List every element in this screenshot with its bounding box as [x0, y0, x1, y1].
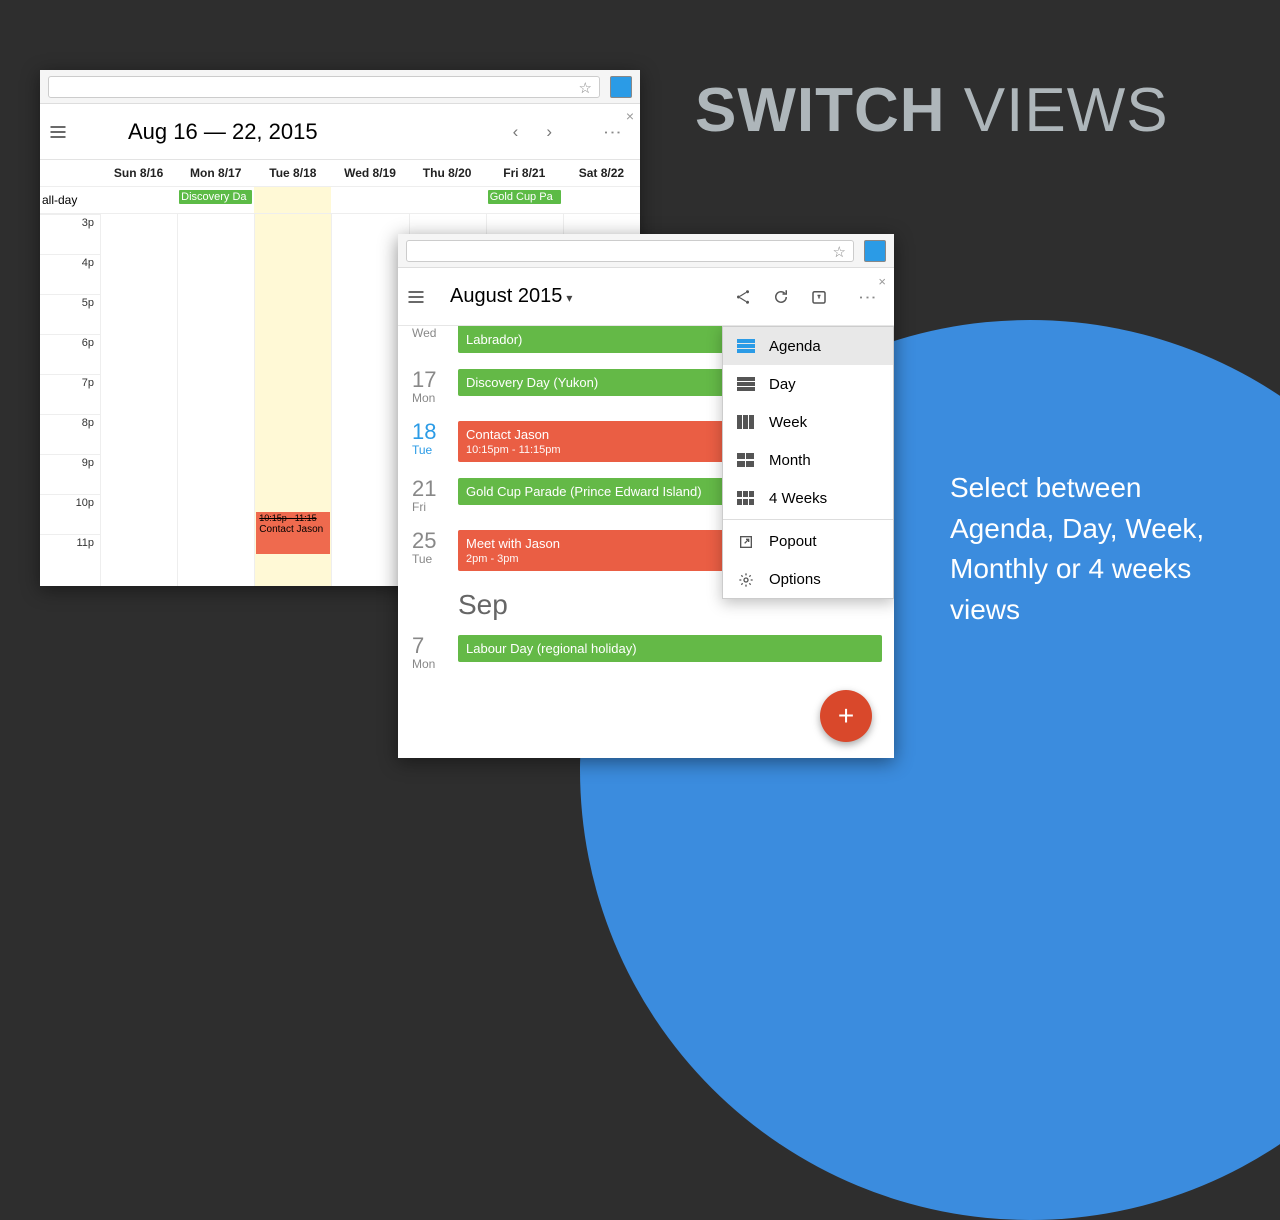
event-time: 10:15p - 11:15	[259, 514, 327, 524]
week-icon	[737, 415, 755, 429]
event-title: Gold Cup Parade (Prince Edward Island)	[466, 484, 702, 499]
month-selector[interactable]: August 2015	[446, 285, 734, 308]
gear-icon	[737, 572, 755, 586]
day-number: 17	[412, 369, 458, 391]
day-number: 7	[412, 635, 458, 657]
hour-label: 4p	[40, 254, 100, 294]
share-icon[interactable]	[734, 288, 772, 306]
hour-label: 5p	[40, 294, 100, 334]
extension-icon[interactable]	[610, 76, 632, 98]
menu-label: 4 Weeks	[769, 490, 827, 507]
day-of-week: Mon	[412, 391, 458, 405]
month-icon	[737, 453, 755, 467]
week-header: Aug 16 — 22, 2015 ‹ › ⋮	[40, 104, 640, 160]
menu-label: Popout	[769, 533, 817, 550]
day-of-week: Wed	[412, 326, 458, 340]
menu-label: Agenda	[769, 338, 821, 355]
close-icon[interactable]: ×	[626, 108, 634, 124]
week-day-headers: Sun 8/16 Mon 8/17 Tue 8/18 Wed 8/19 Thu …	[40, 160, 640, 186]
agenda-event[interactable]: Labour Day (regional holiday)	[458, 635, 882, 662]
day-of-week: Tue	[412, 552, 458, 566]
hour-label: 6p	[40, 334, 100, 374]
today-column[interactable]: 10:15p - 11:15 Contact Jason	[254, 214, 331, 586]
agenda-window: ☆ × August 2015 ⋮ Wed Labrador) 17MonDis…	[398, 234, 894, 758]
day-header: Sun 8/16	[100, 160, 177, 186]
day-number: 25	[412, 530, 458, 552]
menu-item-options[interactable]: Options	[723, 560, 893, 598]
promo-body: Select between Agenda, Day, Week, Monthl…	[950, 468, 1250, 630]
event-title: Discovery Day (Yukon)	[466, 375, 598, 390]
menu-label: Day	[769, 376, 796, 393]
hour-label: 7p	[40, 374, 100, 414]
day-header: Fri 8/21	[486, 160, 563, 186]
allday-event[interactable]: Discovery Da	[179, 190, 252, 204]
browser-chrome-bar: ☆	[398, 234, 894, 268]
day-header: Wed 8/19	[331, 160, 408, 186]
event-title: Contact Jason	[259, 524, 323, 535]
agenda-icon	[737, 339, 755, 353]
allday-label: all-day	[40, 187, 100, 213]
hour-label: 9p	[40, 454, 100, 494]
url-bar[interactable]	[48, 76, 600, 98]
menu-item-month[interactable]: Month	[723, 441, 893, 479]
menu-icon[interactable]	[406, 287, 446, 307]
event-title: Labour Day (regional holiday)	[466, 641, 637, 656]
next-week-button[interactable]: ›	[546, 122, 552, 142]
menu-item-4weeks[interactable]: 4 Weeks	[723, 479, 893, 517]
popout-icon	[737, 534, 755, 548]
promo-title-light: VIEWS	[964, 76, 1169, 145]
hour-label: 10p	[40, 494, 100, 534]
more-icon[interactable]: ⋮	[848, 286, 886, 307]
menu-item-popout[interactable]: Popout	[723, 522, 893, 560]
menu-item-week[interactable]: Week	[723, 403, 893, 441]
url-bar[interactable]	[406, 240, 854, 262]
menu-item-day[interactable]: Day	[723, 365, 893, 403]
view-menu: Agenda Day Week Month 4 Weeks	[722, 326, 894, 599]
hour-label: 8p	[40, 414, 100, 454]
bookmark-star-icon[interactable]: ☆	[833, 243, 846, 261]
hour-label: 3p	[40, 214, 100, 254]
bookmark-star-icon[interactable]: ☆	[579, 79, 592, 97]
day-of-week: Mon	[412, 657, 458, 671]
extension-icon[interactable]	[864, 240, 886, 262]
event-contact-jason[interactable]: 10:15p - 11:15 Contact Jason	[256, 512, 330, 554]
refresh-icon[interactable]	[772, 288, 810, 306]
promo-title-bold: SWITCH	[695, 76, 946, 145]
day-of-week: Fri	[412, 500, 458, 514]
event-title: Labrador)	[466, 332, 522, 347]
event-title: Meet with Jason	[466, 536, 560, 551]
menu-label: Month	[769, 452, 811, 469]
day-number: 21	[412, 478, 458, 500]
allday-event[interactable]: Gold Cup Pa	[488, 190, 561, 204]
menu-icon[interactable]	[48, 122, 88, 142]
agenda-list[interactable]: Wed Labrador) 17MonDiscovery Day (Yukon)…	[398, 326, 894, 758]
day-header: Tue 8/18	[254, 160, 331, 186]
day-header: Mon 8/17	[177, 160, 254, 186]
menu-label: Week	[769, 414, 807, 431]
hour-label: 11p	[40, 534, 100, 574]
menu-item-agenda[interactable]: Agenda	[723, 327, 893, 365]
agenda-header: August 2015 ⋮	[398, 268, 894, 326]
day-header: Sat 8/22	[563, 160, 640, 186]
menu-separator	[723, 519, 893, 520]
week-title: Aug 16 — 22, 2015	[88, 119, 513, 145]
promo-title: SWITCH VIEWS	[695, 75, 1169, 146]
today-icon[interactable]	[810, 288, 848, 306]
day-number: 18	[412, 421, 458, 443]
event-title: Contact Jason	[466, 427, 549, 442]
browser-chrome-bar: ☆	[40, 70, 640, 104]
allday-row: all-day Discovery Da Gold Cup Pa	[40, 186, 640, 214]
agenda-row: 7 Mon Labour Day (regional holiday)	[398, 627, 894, 679]
add-event-button[interactable]: +	[820, 690, 872, 742]
day-header: Thu 8/20	[409, 160, 486, 186]
day-icon	[737, 377, 755, 391]
day-of-week: Tue	[412, 443, 458, 457]
four-weeks-icon	[737, 491, 755, 505]
month-title: August 2015	[450, 285, 562, 307]
more-icon[interactable]: ⋮	[592, 121, 632, 142]
prev-week-button[interactable]: ‹	[513, 122, 519, 142]
menu-label: Options	[769, 571, 821, 588]
